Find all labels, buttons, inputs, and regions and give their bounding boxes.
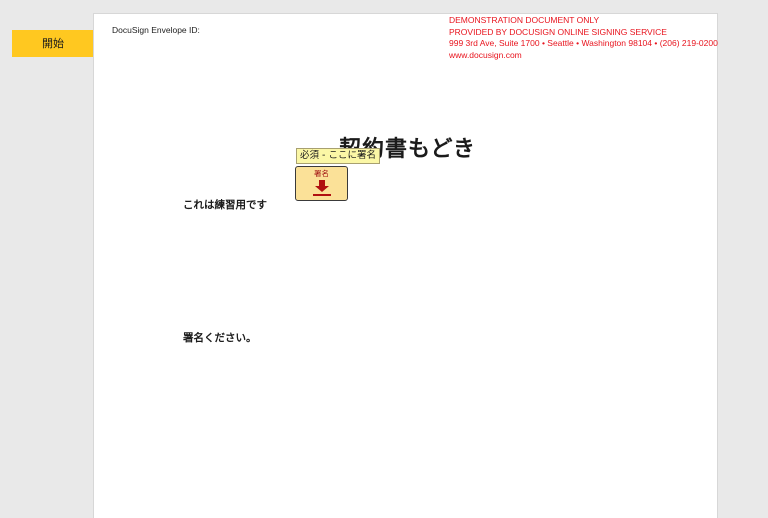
- demo-notice-line-3: 999 3rd Ave, Suite 1700 • Seattle • Wash…: [449, 38, 718, 48]
- signing-viewer: 開始 DocuSign Envelope ID: DEMONSTRATION D…: [0, 0, 768, 518]
- download-arrow-icon: [312, 180, 331, 196]
- envelope-id-label: DocuSign Envelope ID:: [112, 25, 200, 35]
- demo-notice-line-4: www.docusign.com: [449, 49, 522, 60]
- demo-notice-line-2: PROVIDED BY DOCUSIGN ONLINE SIGNING SERV…: [449, 26, 667, 37]
- sign-here-tab[interactable]: 署名: [295, 166, 348, 201]
- body-text-please-sign: 署名ください。: [183, 332, 257, 344]
- sign-tab-label: 署名: [314, 169, 329, 178]
- sign-tab-tooltip: 必須 - ここに署名: [296, 148, 380, 164]
- start-button[interactable]: 開始: [12, 30, 94, 57]
- demo-notice-line-1: DEMONSTRATION DOCUMENT ONLY: [449, 15, 600, 25]
- body-text-practice: これは練習用です: [183, 199, 267, 211]
- document-page: DocuSign Envelope ID: DEMONSTRATION DOCU…: [93, 13, 718, 518]
- demo-notice: DEMONSTRATION DOCUMENT ONLY PROVIDED BY …: [449, 15, 718, 61]
